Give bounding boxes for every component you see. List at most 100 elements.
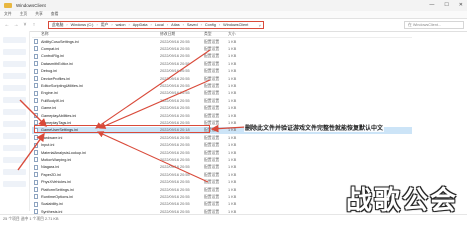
column-size[interactable]: 大小 bbox=[228, 32, 236, 37]
file-size: 1 KB bbox=[228, 202, 237, 207]
breadcrumb-saved[interactable]: Saved bbox=[187, 23, 198, 27]
navigation-pane bbox=[0, 31, 30, 211]
tab-file[interactable]: 文件 bbox=[4, 12, 12, 17]
file-size: 1 KB bbox=[228, 69, 237, 74]
watermark-logo: 战歌公会 bbox=[345, 184, 458, 215]
file-row[interactable]: GameplayAbilities.ini 2022/09/16 20:55 配置设… bbox=[32, 112, 412, 119]
file-row[interactable]: Hardware.ini 2022/09/16 20:55 配置设置 1 KB bbox=[32, 134, 412, 141]
ini-file-icon bbox=[34, 90, 38, 96]
file-row[interactable]: Niagara.ini 2022/09/16 20:55 配置设置 1 KB bbox=[32, 164, 412, 171]
file-size: 1 KB bbox=[228, 172, 237, 177]
file-row[interactable]: Paper2D.ini 2022/09/16 20:55 配置设置 1 KB bbox=[32, 171, 412, 178]
file-size: 1 KB bbox=[228, 113, 237, 118]
file-type: 配置设置 bbox=[204, 150, 220, 155]
file-date: 2022/09/16 20:55 bbox=[160, 46, 190, 51]
address-bar[interactable]: 此电脑 › Windows (C:) › 用户 › walon › AppData › L… bbox=[48, 21, 264, 29]
file-type: 配置设置 bbox=[204, 106, 220, 111]
ini-file-icon bbox=[34, 76, 38, 81]
file-name: Hardware.ini bbox=[41, 135, 63, 140]
forward-arrow-icon[interactable]: → bbox=[13, 22, 19, 28]
file-type: 配置设置 bbox=[204, 172, 220, 177]
file-row[interactable]: DatasmithEditor.ini 2022/09/16 20:55 配置设置 1… bbox=[32, 60, 412, 67]
file-name: Game.ini bbox=[41, 106, 57, 111]
file-row[interactable]: MotionWarping.ini 2022/09/16 20:55 配置设置 1 K… bbox=[32, 156, 412, 163]
file-date: 2022/09/16 20:55 bbox=[160, 150, 190, 155]
breadcrumb-config[interactable]: Config bbox=[205, 23, 216, 27]
file-name: PhysXVehicles.ini bbox=[41, 180, 71, 185]
file-name: Niagara.ini bbox=[41, 165, 60, 170]
sidebar-item[interactable] bbox=[3, 61, 26, 67]
sidebar-item[interactable] bbox=[3, 169, 26, 175]
file-row[interactable]: Engine.ini 2022/09/16 20:55 配置设置 1 KB bbox=[32, 90, 412, 97]
ini-file-icon bbox=[34, 46, 38, 52]
sidebar-item[interactable] bbox=[3, 97, 26, 103]
ini-file-icon bbox=[34, 172, 38, 178]
file-date: 2022/09/16 20:55 bbox=[160, 54, 190, 59]
sidebar-item[interactable] bbox=[3, 37, 26, 43]
file-name: ControlRig.ini bbox=[41, 54, 64, 59]
file-type: 配置设置 bbox=[204, 135, 220, 140]
file-row[interactable]: EditorScriptingUtilities.ini 2022/09/16 2… bbox=[32, 82, 412, 89]
file-date: 2022/09/16 20:55 bbox=[160, 76, 190, 81]
column-name[interactable]: 名称 bbox=[41, 32, 49, 37]
ini-file-icon bbox=[34, 53, 38, 59]
sidebar-item[interactable] bbox=[3, 181, 26, 187]
file-date: 2022/09/16 20:55 bbox=[160, 143, 190, 148]
tab-share[interactable]: 共享 bbox=[35, 12, 43, 17]
back-arrow-icon[interactable]: ← bbox=[4, 22, 10, 28]
file-row[interactable]: AbilityCosuSettings.ini 2022/09/16 20:55 配… bbox=[32, 38, 412, 45]
sidebar-item[interactable] bbox=[3, 109, 26, 115]
breadcrumb-drive[interactable]: Windows (C:) bbox=[71, 23, 94, 27]
chevron-down-icon[interactable]: ˅ bbox=[259, 23, 261, 28]
ini-file-icon bbox=[34, 187, 38, 192]
file-size: 1 KB bbox=[228, 150, 237, 155]
file-size: 1 KB bbox=[228, 91, 237, 96]
file-row[interactable]: Compat.ini 2022/09/16 20:55 配置设置 1 KB bbox=[32, 45, 412, 52]
folder-icon bbox=[4, 3, 12, 8]
file-date: 2022/09/16 20:55 bbox=[160, 165, 190, 170]
file-name: DeviceProfiles.ini bbox=[41, 76, 71, 81]
breadcrumb-users[interactable]: 用户 bbox=[101, 23, 109, 28]
file-size: 1 KB bbox=[228, 135, 237, 140]
search-input[interactable]: 在 WindowsClient... bbox=[404, 21, 464, 29]
breadcrumb-appdata[interactable]: AppData bbox=[133, 23, 148, 27]
maximize-button[interactable]: ☐ bbox=[444, 2, 448, 8]
breadcrumb-user[interactable]: walon bbox=[116, 23, 126, 27]
file-row[interactable]: ControlRig.ini 2022/09/16 20:55 配置设置 1 KB bbox=[32, 53, 412, 60]
up-arrow-icon[interactable]: ↑ bbox=[31, 22, 37, 28]
file-type: 配置设置 bbox=[204, 61, 220, 66]
file-size: 1 KB bbox=[228, 106, 237, 111]
ini-file-icon bbox=[34, 135, 38, 141]
close-button[interactable]: ✕ bbox=[459, 2, 463, 8]
file-row[interactable]: FullBodyIK.ini 2022/09/16 20:55 配置设置 1 KB bbox=[32, 97, 412, 104]
chevron-down-icon[interactable]: ˅ bbox=[22, 22, 28, 28]
file-date: 2022/09/16 20:55 bbox=[160, 39, 190, 44]
file-row[interactable]: Game.ini 2022/09/16 20:55 配置设置 1 KB bbox=[32, 105, 412, 112]
breadcrumb-windowsclient[interactable]: WindowsClient bbox=[223, 23, 248, 27]
file-date: 2022/09/16 20:55 bbox=[160, 91, 190, 96]
sidebar-item[interactable] bbox=[3, 157, 26, 163]
tab-view[interactable]: 查看 bbox=[51, 12, 59, 17]
column-type[interactable]: 类型 bbox=[204, 32, 212, 37]
column-date[interactable]: 修改日期 bbox=[160, 32, 175, 37]
tab-home[interactable]: 主页 bbox=[20, 12, 28, 17]
breadcrumb-local[interactable]: Local bbox=[155, 23, 164, 27]
file-size: 1 KB bbox=[228, 83, 237, 88]
sidebar-item[interactable] bbox=[3, 85, 26, 91]
file-date: 2022/09/16 20:55 bbox=[160, 98, 190, 103]
file-name: Paper2D.ini bbox=[41, 172, 61, 177]
file-type: 配置设置 bbox=[204, 39, 220, 44]
sidebar-item[interactable] bbox=[3, 121, 26, 127]
breadcrumb-this-pc[interactable]: 此电脑 bbox=[52, 23, 63, 28]
sidebar-item[interactable] bbox=[3, 133, 26, 139]
sidebar-item[interactable] bbox=[3, 145, 26, 151]
sidebar-item[interactable] bbox=[3, 49, 26, 55]
breadcrumb-atlas[interactable]: Atlas bbox=[171, 23, 179, 27]
minimize-button[interactable]: — bbox=[429, 2, 434, 8]
file-row[interactable]: Debug.ini 2022/09/16 20:55 配置设置 1 KB bbox=[32, 68, 412, 75]
file-row[interactable]: DeviceProfiles.ini 2022/09/16 20:55 配置设置 1 … bbox=[32, 75, 412, 82]
file-date: 2022/09/16 20:55 bbox=[160, 113, 190, 118]
file-row[interactable]: MaterialAnalysisLookup.ini 2022/09/16 20:… bbox=[32, 149, 412, 156]
file-row[interactable]: Input.ini 2022/09/16 20:55 配置设置 1 KB bbox=[32, 142, 412, 149]
sidebar-item[interactable] bbox=[3, 73, 26, 79]
